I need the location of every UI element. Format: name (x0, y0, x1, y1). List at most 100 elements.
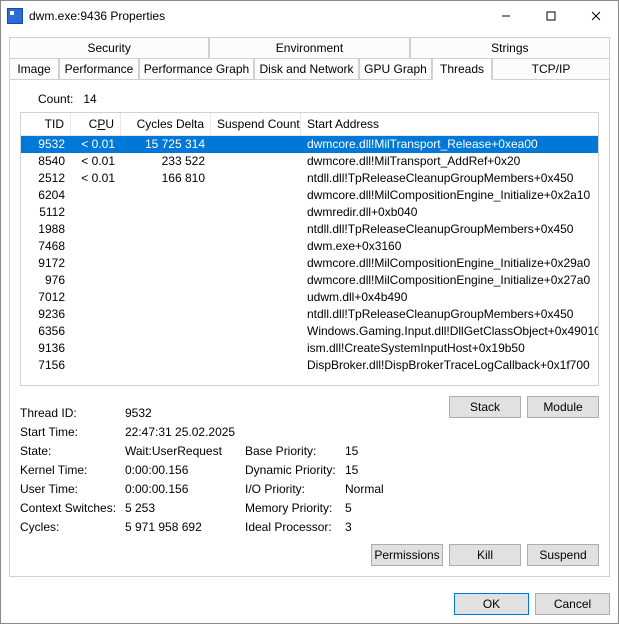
cell: 9136 (21, 340, 71, 357)
close-button[interactable] (573, 1, 618, 31)
start-time-value: 22:47:31 25.02.2025 (125, 425, 245, 439)
cell (71, 272, 121, 289)
base-priority-label: Base Priority: (245, 444, 345, 458)
table-row[interactable]: 1988ntdll.dll!TpReleaseCleanupGroupMembe… (21, 221, 598, 238)
cancel-button[interactable]: Cancel (535, 593, 610, 615)
tab-security[interactable]: Security (9, 37, 209, 58)
thread-details: Thread ID: 9532 Start Time: 22:47:31 25.… (20, 406, 449, 534)
cell (121, 187, 211, 204)
cell (71, 221, 121, 238)
cell (121, 323, 211, 340)
context-switches-value: 5 253 (125, 501, 245, 515)
tab-performance-graph[interactable]: Performance Graph (139, 58, 254, 80)
thread-count: Count: 14 (38, 92, 599, 106)
cell (121, 340, 211, 357)
col-cycles-delta[interactable]: Cycles Delta (121, 113, 211, 135)
tab-strings[interactable]: Strings (410, 37, 610, 58)
table-body[interactable]: 9532< 0.0115 725 314dwmcore.dll!MilTrans… (21, 136, 598, 385)
maximize-button[interactable] (528, 1, 573, 31)
cell (211, 289, 301, 306)
cell: 7468 (21, 238, 71, 255)
cell: 5112 (21, 204, 71, 221)
col-cpu[interactable]: CPU (71, 113, 121, 135)
tab-threads[interactable]: Threads (432, 58, 492, 80)
cell: < 0.01 (71, 136, 121, 153)
suspend-button[interactable]: Suspend (527, 544, 599, 566)
cell: 6356 (21, 323, 71, 340)
tab-image[interactable]: Image (9, 58, 59, 80)
cell: udwm.dll+0x4b490 (301, 289, 598, 306)
tab-environment[interactable]: Environment (209, 37, 409, 58)
titlebar[interactable]: dwm.exe:9436 Properties (1, 1, 618, 31)
cell (71, 289, 121, 306)
cell: 15 725 314 (121, 136, 211, 153)
memory-priority-value: 5 (345, 501, 405, 515)
table-row[interactable]: 9532< 0.0115 725 314dwmcore.dll!MilTrans… (21, 136, 598, 153)
cell (71, 357, 121, 374)
start-time-label: Start Time: (20, 425, 125, 439)
cell (71, 238, 121, 255)
module-button[interactable]: Module (527, 396, 599, 418)
tab-tcpip[interactable]: TCP/IP (492, 58, 610, 80)
minimize-button[interactable] (483, 1, 528, 31)
cell (211, 306, 301, 323)
window-title: dwm.exe:9436 Properties (29, 9, 483, 23)
cell (121, 289, 211, 306)
cell (211, 153, 301, 170)
table-row[interactable]: 6204dwmcore.dll!MilCompositionEngine_Ini… (21, 187, 598, 204)
table-row[interactable]: 9172 dwmcore.dll!MilCompositionEngine_Ini… (21, 255, 598, 272)
cell (121, 272, 211, 289)
cell (71, 204, 121, 221)
stack-button[interactable]: Stack (449, 396, 521, 418)
context-switches-label: Context Switches: (20, 501, 125, 515)
app-icon (7, 8, 23, 24)
table-row[interactable]: 7156 DispBroker.dll!DispBrokerTraceLogCal… (21, 357, 598, 374)
ideal-processor-label: Ideal Processor: (245, 520, 345, 534)
cell (121, 255, 211, 272)
table-row[interactable]: 976dwmcore.dll!MilCompositionEngine_Init… (21, 272, 598, 289)
table-row[interactable]: 6356 Windows.Gaming.Input.dll!DllGetClass… (21, 323, 598, 340)
tab-gpu-graph[interactable]: GPU Graph (359, 58, 432, 80)
cell: 233 522 (121, 153, 211, 170)
cell (211, 204, 301, 221)
cell: 7156 (21, 357, 71, 374)
cell (71, 323, 121, 340)
table-row[interactable]: 2512< 0.01166 810ntdll.dll!TpReleaseClea… (21, 170, 598, 187)
cell: 9172 (21, 255, 71, 272)
col-suspend-count[interactable]: Suspend Count (211, 113, 301, 135)
cell: dwmcore.dll!MilCompositionEngine_Initial… (301, 255, 598, 272)
cell (211, 187, 301, 204)
cell (121, 357, 211, 374)
cell (71, 187, 121, 204)
cell (71, 340, 121, 357)
table-row[interactable]: 5112dwmredir.dll+0xb040 (21, 204, 598, 221)
cell: ntdll.dll!TpReleaseCleanupGroupMembers+0… (301, 221, 598, 238)
cell (121, 221, 211, 238)
permissions-button[interactable]: Permissions (371, 544, 443, 566)
dialog-buttons: OK Cancel (1, 585, 618, 623)
ok-button[interactable]: OK (454, 593, 529, 615)
cell (121, 238, 211, 255)
table-row[interactable]: 7012udwm.dll+0x4b490 (21, 289, 598, 306)
tab-performance[interactable]: Performance (59, 58, 139, 80)
table-row[interactable]: 9236ntdll.dll!TpReleaseCleanupGroupMembe… (21, 306, 598, 323)
cell: Windows.Gaming.Input.dll!DllGetClassObje… (301, 323, 598, 340)
tabs: Security Environment Strings Image Perfo… (9, 37, 610, 80)
table-row[interactable]: 8540< 0.01233 522dwmcore.dll!MilTranspor… (21, 153, 598, 170)
table-row[interactable]: 7468dwm.exe+0x3160 (21, 238, 598, 255)
cell: ntdll.dll!TpReleaseCleanupGroupMembers+0… (301, 170, 598, 187)
threads-panel: Count: 14 TID CPU Cycles Delta Suspend C… (9, 79, 610, 577)
cycles-value: 5 971 958 692 (125, 520, 245, 534)
tab-disk-network[interactable]: Disk and Network (254, 58, 359, 80)
cell: < 0.01 (71, 153, 121, 170)
cell: DispBroker.dll!DispBrokerTraceLogCallbac… (301, 357, 598, 374)
cell: 166 810 (121, 170, 211, 187)
user-time-label: User Time: (20, 482, 125, 496)
col-start-address[interactable]: Start Address (301, 113, 598, 135)
cell (211, 238, 301, 255)
cell: 9532 (21, 136, 71, 153)
kill-button[interactable]: Kill (449, 544, 521, 566)
cell: 8540 (21, 153, 71, 170)
table-row[interactable]: 9136ism.dll!CreateSystemInputHost+0x19b5… (21, 340, 598, 357)
col-tid[interactable]: TID (21, 113, 71, 135)
